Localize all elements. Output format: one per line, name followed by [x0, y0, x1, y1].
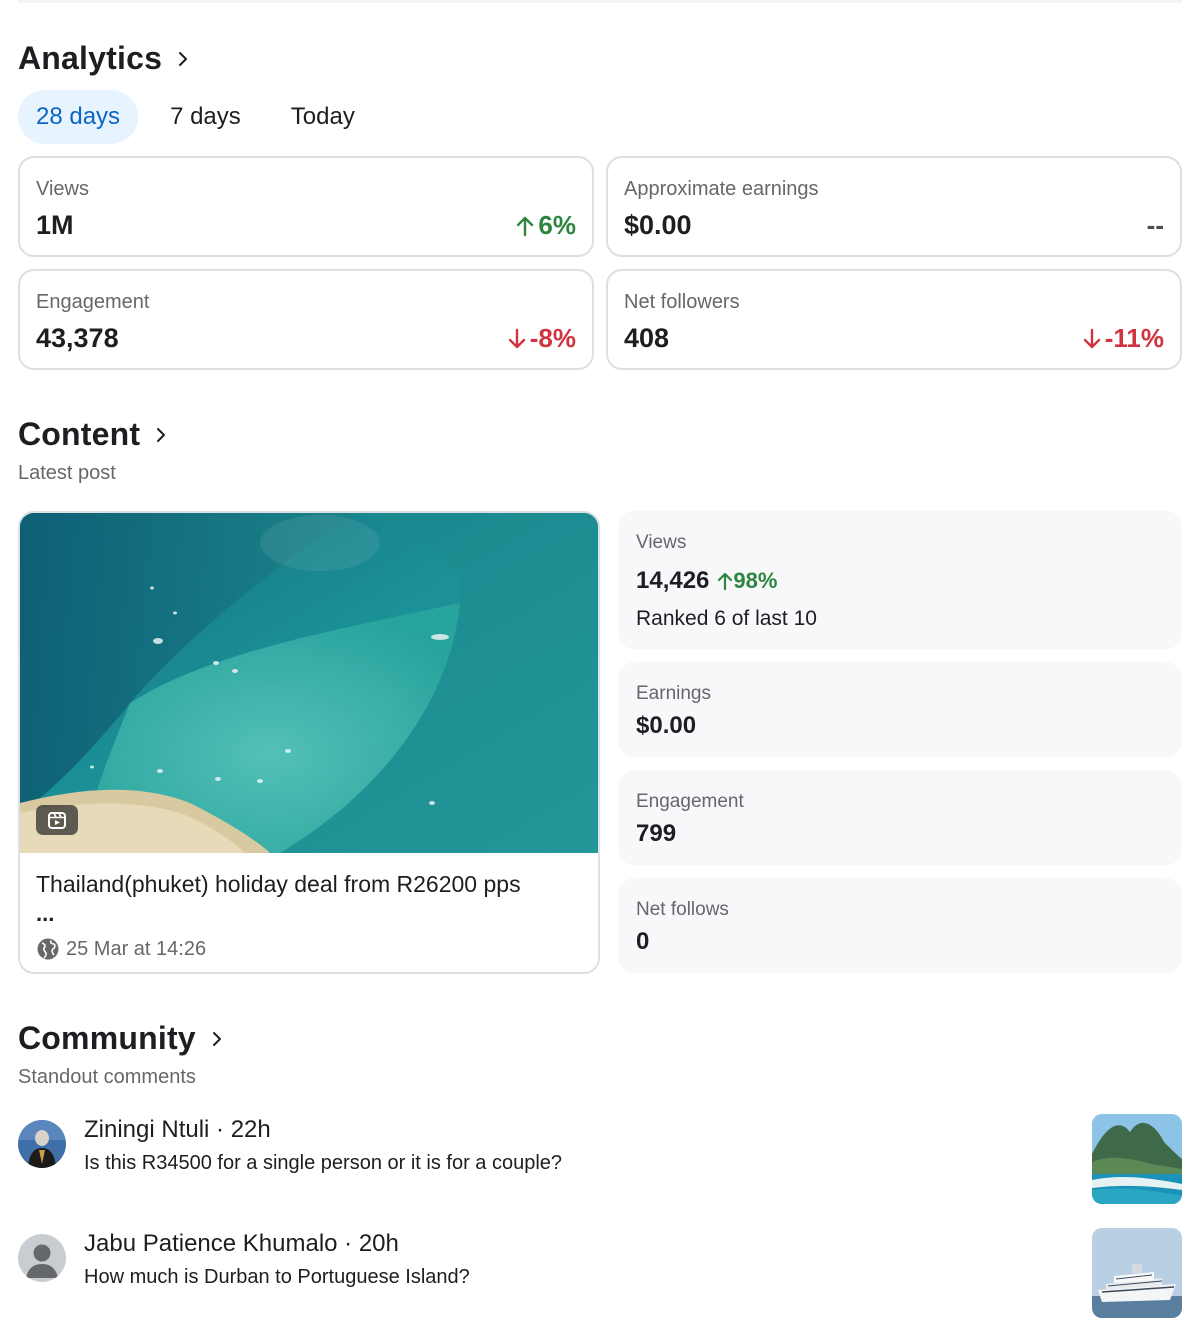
card-label: Approximate earnings: [624, 178, 819, 200]
post-timestamp: 25 Mar at 14:26: [66, 937, 207, 960]
trend-delta: --: [1147, 210, 1164, 241]
card-value: $0.00: [624, 210, 692, 240]
stat-label: Net follows: [636, 899, 729, 920]
analytics-header[interactable]: Analytics: [18, 40, 190, 77]
post-more-ellipsis[interactable]: ...: [36, 901, 54, 927]
card-label: Net followers: [624, 291, 740, 313]
views-rank: Ranked 6 of last 10: [636, 607, 817, 630]
content-title: Content: [18, 416, 141, 452]
earnings-card[interactable]: Approximate earnings $0.00 --: [606, 156, 1182, 257]
post-title: Thailand(phuket) holiday deal from R2620…: [36, 871, 521, 897]
analytics-title: Analytics: [18, 40, 163, 76]
trend-delta: 98%: [717, 568, 777, 594]
post-thumbnail: [20, 513, 598, 853]
post-meta: 25 Mar at 14:26: [36, 937, 206, 961]
tab-28-days[interactable]: 28 days: [18, 90, 139, 144]
post-engagement-tile[interactable]: Engagement 799: [618, 770, 1182, 865]
delta-value: -8%: [529, 323, 576, 353]
community-header[interactable]: Community: [18, 1020, 224, 1057]
stat-value: 799: [636, 820, 677, 847]
arrow-up-icon: [517, 216, 534, 236]
comment-text: Is this R34500 for a single person or it…: [84, 1152, 563, 1174]
net-followers-card[interactable]: Net followers 408 -11%: [606, 269, 1182, 370]
content-subtitle: Latest post: [18, 462, 116, 484]
comment-author: Jabu Patience Khumalo · 20h: [84, 1230, 399, 1257]
globe-icon: [37, 938, 59, 960]
comment-item[interactable]: Jabu Patience Khumalo · 20h How much is …: [18, 1228, 1182, 1320]
card-value: 408: [624, 323, 670, 353]
comment-text: How much is Durban to Portuguese Island?: [84, 1266, 470, 1288]
chevron-right-icon: [176, 49, 190, 69]
views-value: 14,426: [636, 567, 710, 594]
arrow-down-icon: [508, 328, 525, 348]
top-divider: [18, 0, 1182, 3]
content-header[interactable]: Content: [18, 416, 168, 453]
arrow-down-icon: [1083, 328, 1100, 348]
comment-post-thumbnail[interactable]: [1092, 1228, 1182, 1318]
delta-value: --: [1146, 210, 1164, 240]
trend-delta: 6%: [516, 210, 576, 241]
avatar[interactable]: [18, 1234, 66, 1282]
comment-author: Ziningi Ntuli · 22h: [84, 1116, 271, 1143]
delta-value: -11%: [1104, 323, 1164, 353]
chevron-right-icon: [154, 425, 168, 445]
trend-delta: -8%: [508, 323, 576, 354]
stat-value: 0: [636, 928, 650, 955]
stat-value: $0.00: [636, 712, 697, 739]
engagement-card[interactable]: Engagement 43,378 -8%: [18, 269, 594, 370]
community-title: Community: [18, 1020, 196, 1056]
stat-label: Views: [636, 532, 687, 553]
tab-7-days[interactable]: 7 days: [152, 90, 259, 144]
chevron-right-icon: [210, 1029, 224, 1049]
latest-post-card[interactable]: Thailand(phuket) holiday deal from R2620…: [18, 511, 600, 974]
card-label: Engagement: [36, 291, 150, 313]
card-value: 43,378: [36, 323, 119, 353]
delta-value: 98%: [733, 568, 778, 593]
comment-post-thumbnail[interactable]: [1092, 1114, 1182, 1204]
delta-value: 6%: [538, 210, 576, 240]
community-subtitle: Standout comments: [18, 1066, 196, 1088]
period-tabs: 28 days 7 days Today: [18, 90, 387, 144]
post-earnings-tile[interactable]: Earnings $0.00: [618, 662, 1182, 757]
views-card[interactable]: Views 1M 6%: [18, 156, 594, 257]
card-label: Views: [36, 178, 89, 200]
avatar[interactable]: [18, 1120, 66, 1168]
tab-today[interactable]: Today: [273, 90, 373, 144]
comment-item[interactable]: Ziningi Ntuli · 22h Is this R34500 for a…: [18, 1114, 1182, 1206]
stat-value: 14,426 98%: [636, 567, 777, 595]
trend-delta: -11%: [1083, 323, 1164, 354]
post-views-tile[interactable]: Views 14,426 98% Ranked 6 of last 10: [618, 511, 1182, 649]
stat-label: Earnings: [636, 683, 711, 704]
card-value: 1M: [36, 210, 74, 240]
post-net-follows-tile[interactable]: Net follows 0: [618, 878, 1182, 973]
stat-label: Engagement: [636, 791, 744, 812]
reels-icon: [36, 805, 78, 835]
arrow-up-icon: [718, 572, 733, 591]
